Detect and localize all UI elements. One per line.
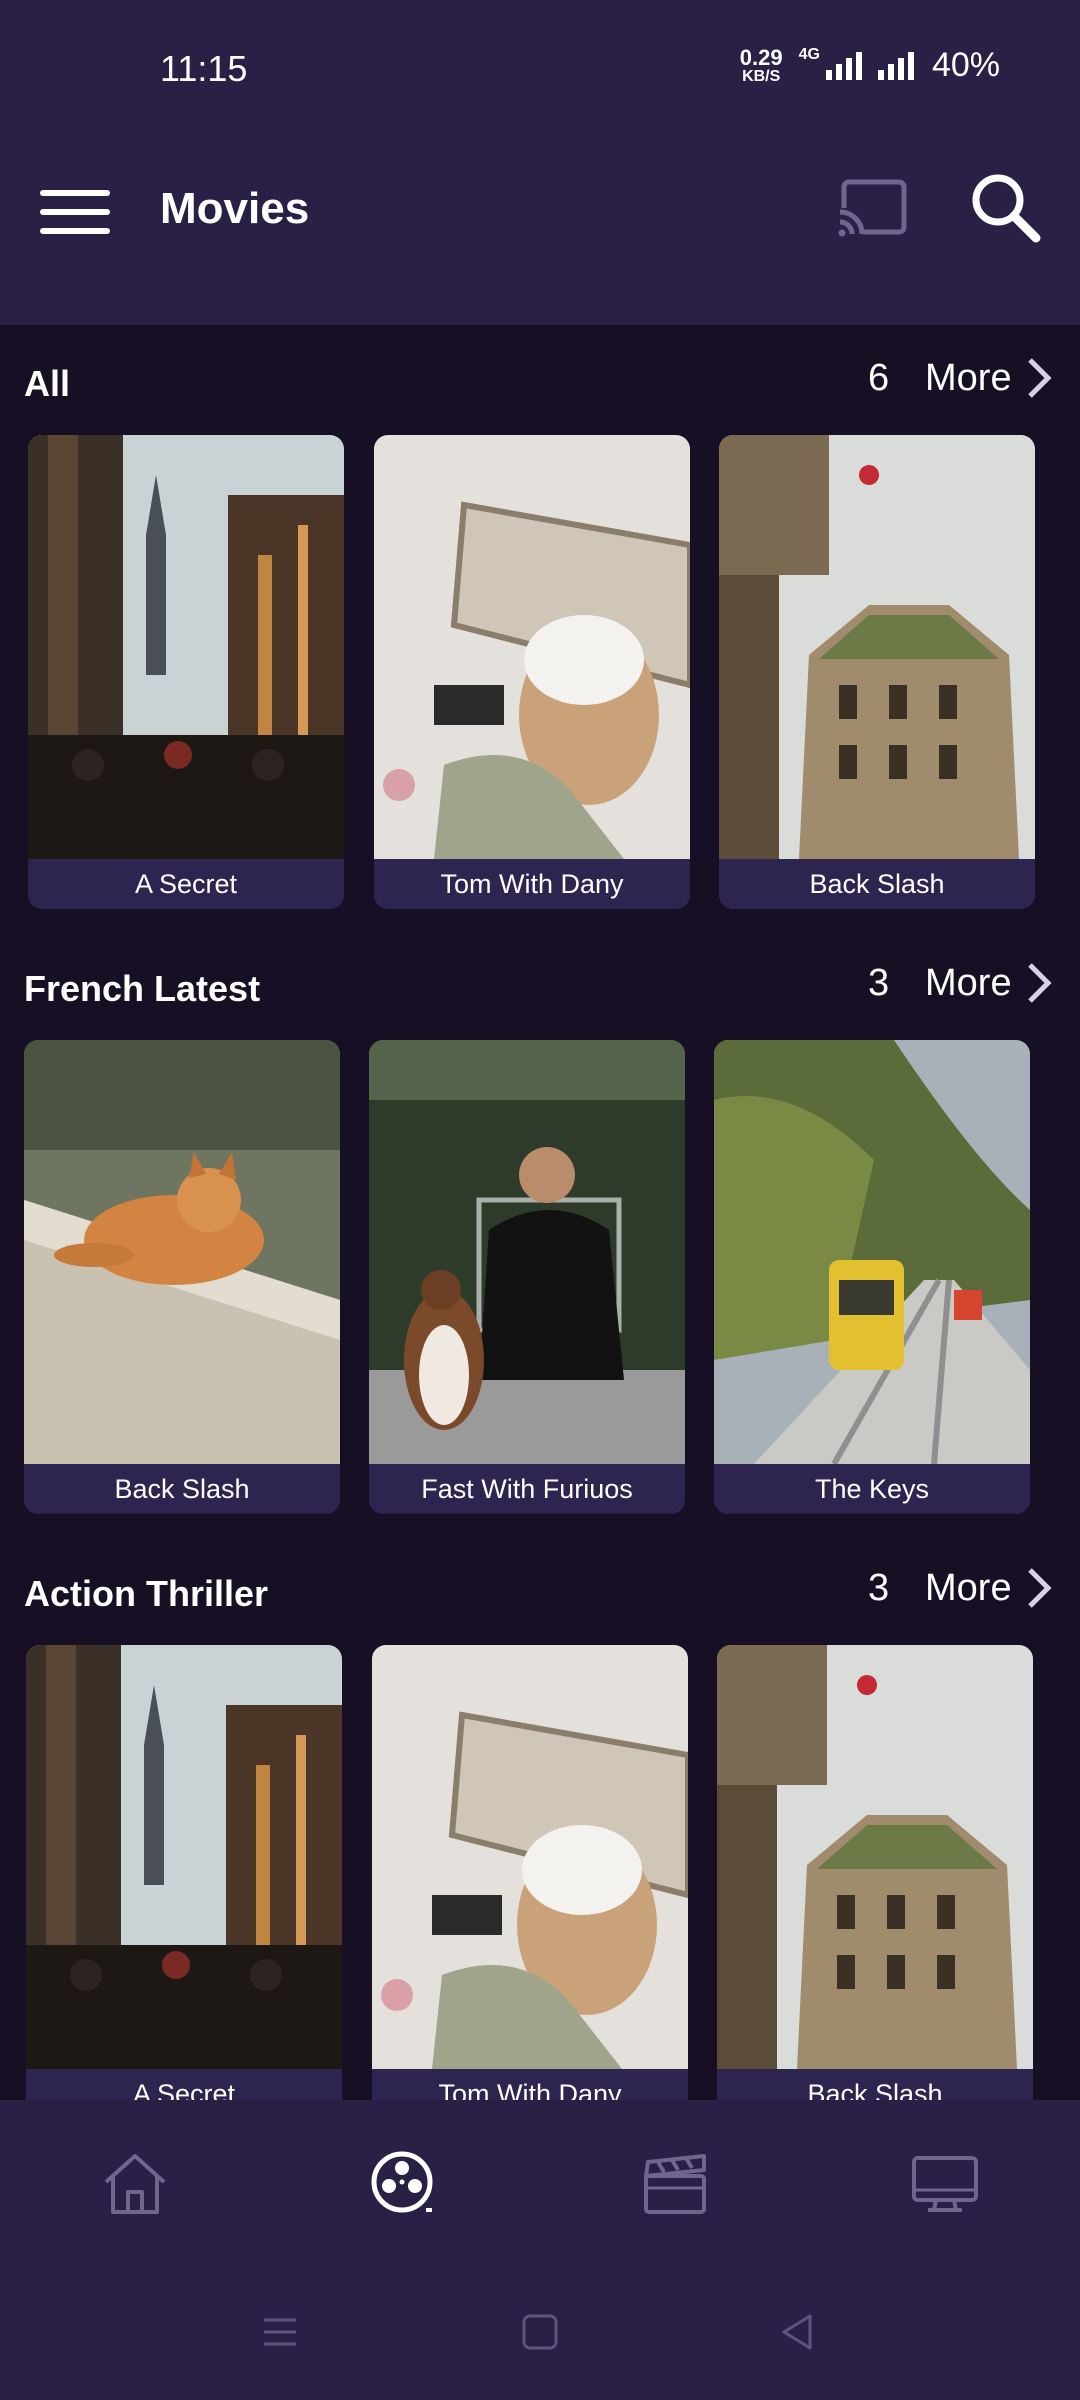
movie-title: Back Slash <box>717 2069 1033 2100</box>
movie-card[interactable]: Tom With Dany <box>374 435 690 909</box>
section-header: Action Thriller 3 More <box>0 1535 1080 1645</box>
movie-card[interactable]: Back Slash <box>719 435 1035 909</box>
movie-title: The Keys <box>714 1464 1030 1514</box>
more-label: More <box>925 961 1012 1004</box>
movie-title: Back Slash <box>24 1464 340 1514</box>
poster-yellow-tram <box>714 1040 1030 1464</box>
section-header: All 6 More <box>0 325 1080 435</box>
section-title: All <box>24 363 71 404</box>
poster-orange-cat <box>24 1040 340 1464</box>
section-header: French Latest 3 More <box>0 930 1080 1040</box>
signal-icon <box>825 51 862 80</box>
movie-card[interactable]: A Secret <box>28 435 344 909</box>
back-icon[interactable] <box>776 2310 820 2354</box>
section-count: 3 <box>868 1567 890 1609</box>
chevron-right-icon <box>1027 358 1052 398</box>
movie-card[interactable]: Back Slash <box>24 1040 340 1514</box>
section-count: 3 <box>868 962 890 1004</box>
card-row: A Secret Tom With Dany Back Slash <box>0 1645 1080 2100</box>
network-speed: 0.29 KB/S <box>739 44 783 85</box>
movie-card[interactable]: Tom With Dany <box>372 1645 688 2100</box>
movie-title: Tom With Dany <box>372 2069 688 2100</box>
recent-apps-icon[interactable] <box>258 2310 302 2354</box>
more-button[interactable]: More <box>925 958 1052 1008</box>
network-speed-unit: KB/S <box>742 67 781 85</box>
system-navigation-bar <box>0 2270 1080 2400</box>
movie-title: Back Slash <box>719 859 1035 909</box>
search-icon[interactable] <box>968 170 1042 244</box>
movie-card[interactable]: A Secret <box>26 1645 342 2100</box>
more-label: More <box>925 356 1012 399</box>
bottom-navigation <box>0 2100 1080 2270</box>
cast-icon[interactable] <box>836 178 908 238</box>
section-count: 6 <box>868 357 890 399</box>
status-bar: 11:15 0.29 KB/S 4G 40% <box>0 0 1080 140</box>
page-title: Movies <box>160 184 310 233</box>
card-row: Back Slash Fast With Furiuos The Keys <box>0 1040 1080 1520</box>
tv-icon[interactable] <box>910 2148 980 2218</box>
section-title: Action Thriller <box>24 1573 269 1614</box>
chevron-right-icon <box>1027 1568 1052 1608</box>
more-button[interactable]: More <box>925 1563 1052 1613</box>
home-button-icon[interactable] <box>518 2310 562 2354</box>
status-time: 11:15 <box>160 48 248 89</box>
movie-card[interactable]: The Keys <box>714 1040 1030 1514</box>
network-speed-value: 0.29 <box>739 44 783 70</box>
poster-city-street-tower <box>26 1645 342 2069</box>
app-bar: Movies <box>0 140 1080 325</box>
clapperboard-icon[interactable] <box>640 2148 710 2218</box>
chevron-right-icon <box>1027 963 1052 1003</box>
home-icon[interactable] <box>100 2148 170 2218</box>
more-button[interactable]: More <box>925 353 1052 403</box>
section-action-thriller: Action Thriller 3 More A Secret Tom With… <box>0 1535 1080 2100</box>
movie-title: Tom With Dany <box>374 859 690 909</box>
section-title: French Latest <box>24 968 261 1009</box>
poster-ornate-building <box>719 435 1035 859</box>
hamburger-menu-icon[interactable] <box>40 190 110 240</box>
poster-city-street-tower <box>28 435 344 859</box>
section-french-latest: French Latest 3 More Back Slash Fast Wit… <box>0 930 1080 1520</box>
status-indicators: 0.29 KB/S 4G 40% <box>740 46 1000 85</box>
movie-card[interactable]: Back Slash <box>717 1645 1033 2100</box>
more-label: More <box>925 1566 1012 1609</box>
movie-card[interactable]: Fast With Furiuos <box>369 1040 685 1514</box>
movie-title: A Secret <box>26 2069 342 2100</box>
poster-person-with-cap <box>372 1645 688 2069</box>
section-all: All 6 More A Secret Tom With Dany Back S… <box>0 325 1080 915</box>
battery-level: 40% <box>931 46 1000 84</box>
card-row: A Secret Tom With Dany Back Slash <box>0 435 1080 915</box>
signal-icon-2 <box>877 51 914 80</box>
movie-title: Fast With Furiuos <box>369 1464 685 1514</box>
movie-title: A Secret <box>28 859 344 909</box>
film-reel-icon[interactable] <box>368 2148 438 2218</box>
content-scroll[interactable]: All 6 More A Secret Tom With Dany Back S… <box>0 325 1080 2100</box>
network-type: 4G <box>798 46 820 63</box>
poster-ornate-building <box>717 1645 1033 2069</box>
poster-man-and-dog <box>369 1040 685 1464</box>
poster-person-with-cap <box>374 435 690 859</box>
